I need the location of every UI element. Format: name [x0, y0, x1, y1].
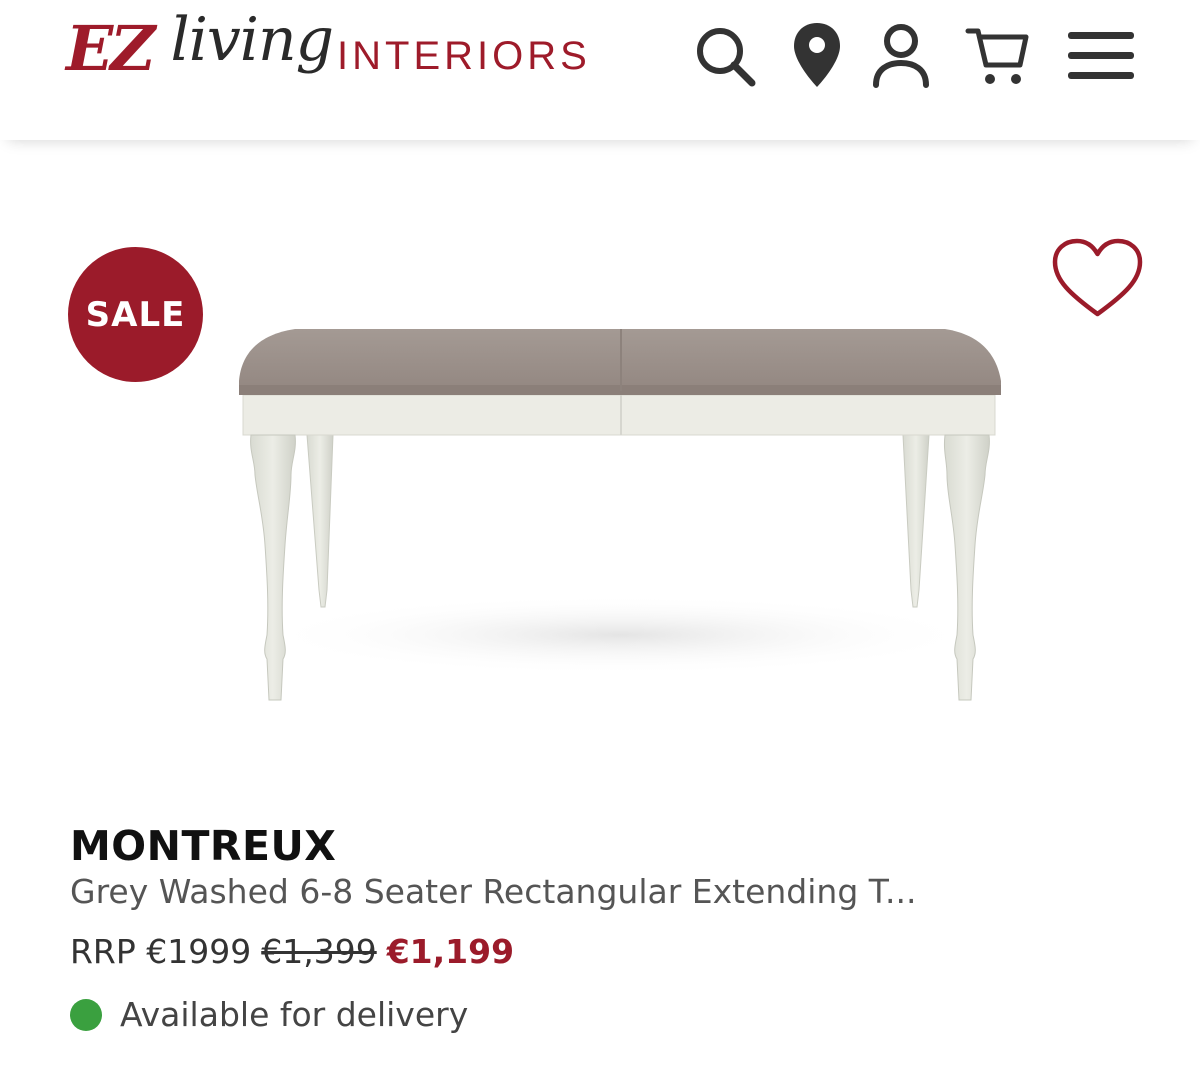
site-header: EZ living INTERIORS [0, 0, 1200, 140]
location-pin-icon [794, 23, 840, 87]
ez-living-logo[interactable]: EZ living INTERIORS [66, 6, 591, 106]
sale-price: €1,199 [386, 932, 515, 971]
menu-button[interactable] [1066, 20, 1136, 92]
product-image[interactable] [225, 315, 1015, 715]
was-price: €1,399 [261, 932, 377, 971]
heart-icon[interactable] [1050, 236, 1145, 321]
available-dot-icon [70, 998, 102, 1031]
availability-status: Available for delivery [70, 995, 468, 1034]
account-button[interactable] [866, 20, 936, 92]
product-title[interactable]: Grey Washed 6-8 Seater Rectangular Exten… [70, 872, 916, 911]
search-button[interactable] [690, 20, 760, 92]
store-locator-button[interactable] [782, 20, 852, 92]
sale-badge: SALE [68, 247, 203, 382]
product-brand[interactable]: MONTREUX [70, 822, 336, 870]
menu-icon [1068, 32, 1134, 79]
cart-icon [965, 28, 1029, 84]
rrp-price: RRP €1999 [70, 932, 252, 971]
logo-interiors: INTERIORS [337, 34, 591, 78]
price-row: RRP €1999 €1,399 €1,199 [70, 932, 514, 971]
account-icon [873, 24, 929, 88]
logo-living: living [170, 5, 335, 75]
search-icon [697, 28, 756, 87]
logo-ez: EZ [66, 12, 155, 85]
availability-label: Available for delivery [120, 995, 469, 1034]
cart-button[interactable] [962, 20, 1032, 92]
